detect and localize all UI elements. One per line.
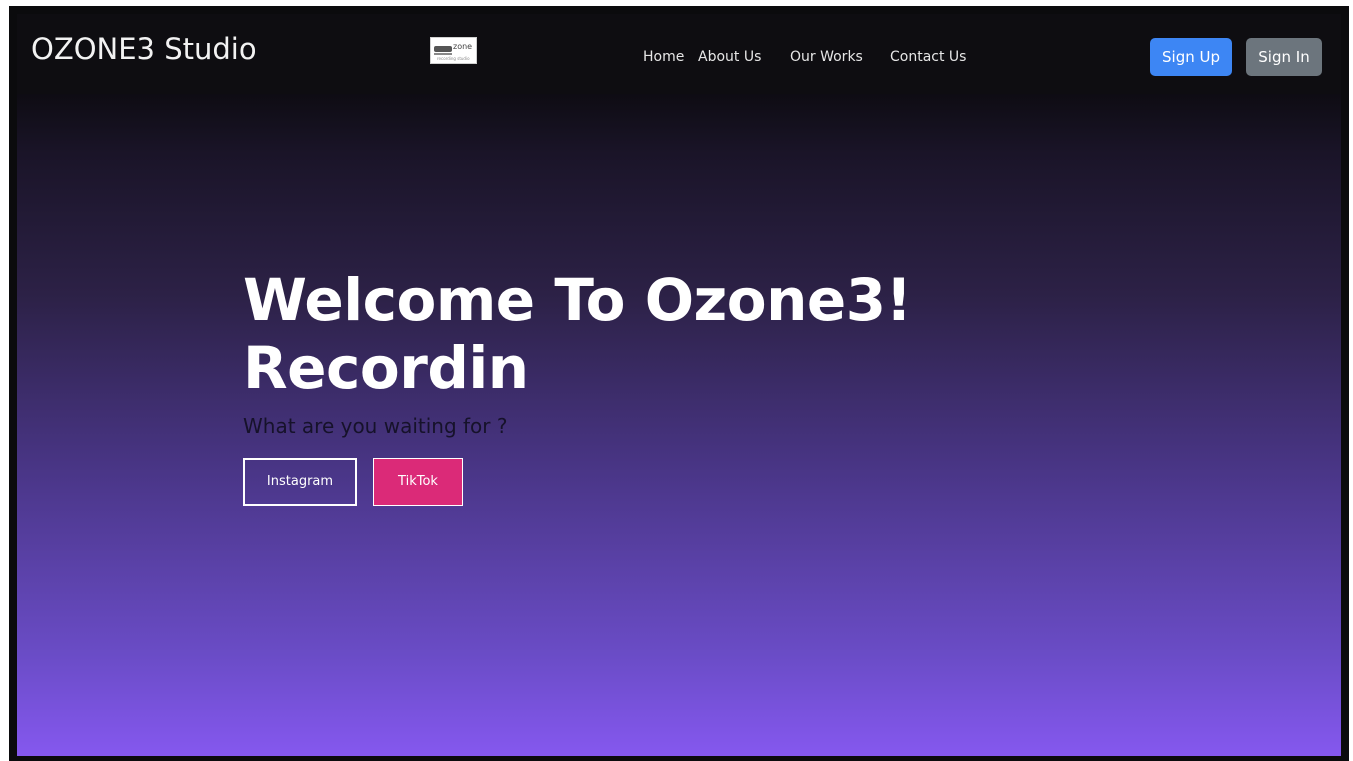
browser-frame: OZONE3 Studio zone recording studio Home… <box>9 6 1349 761</box>
sign-in-button[interactable]: Sign In <box>1246 38 1322 76</box>
hero-title-line-1: Welcome To Ozone3! <box>243 266 912 334</box>
logo-mark-icon <box>434 46 452 52</box>
nav-link-home[interactable]: Home <box>643 49 684 65</box>
logo-subtext: recording studio <box>437 56 470 61</box>
hero-title-line-2: Recordin <box>243 334 529 402</box>
brand-link[interactable]: OZONE3 Studio <box>31 32 257 66</box>
studio-logo-image[interactable]: zone recording studio <box>430 37 477 64</box>
tiktok-button[interactable]: TikTok <box>373 458 463 506</box>
navbar: OZONE3 Studio zone recording studio Home… <box>17 14 1341 94</box>
logo-text: zone <box>453 42 473 51</box>
nav-link-about-us[interactable]: About Us <box>698 49 761 65</box>
sign-up-button[interactable]: Sign Up <box>1150 38 1232 76</box>
nav-link-contact-us[interactable]: Contact Us <box>890 49 966 65</box>
instagram-button[interactable]: Instagram <box>243 458 357 506</box>
page: OZONE3 Studio zone recording studio Home… <box>17 14 1341 756</box>
hero-subtitle: What are you waiting for ? <box>243 414 508 438</box>
nav-link-our-works[interactable]: Our Works <box>790 49 863 65</box>
hero-title: Welcome To Ozone3! Recordin <box>243 266 1043 402</box>
logo-underline-icon <box>434 53 452 55</box>
